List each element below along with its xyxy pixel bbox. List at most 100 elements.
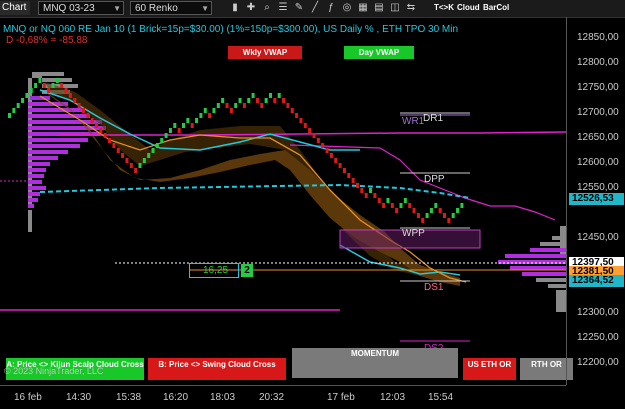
down-brick xyxy=(134,168,138,173)
chevron-down-icon: ▼ xyxy=(201,4,209,13)
up-brick xyxy=(221,98,225,103)
dr1-label: DR1 xyxy=(423,113,444,124)
price-axis[interactable]: 12850,00 12800,00 12750,00 12700,00 1265… xyxy=(566,17,625,385)
down-brick xyxy=(360,188,364,193)
up-brick xyxy=(38,78,42,83)
down-brick xyxy=(421,218,425,223)
x-tick: 15:38 xyxy=(116,392,142,403)
up-brick xyxy=(12,108,16,113)
up-brick xyxy=(160,138,164,143)
up-brick xyxy=(173,123,177,128)
up-brick xyxy=(403,198,407,203)
y-tick: 12300,00 xyxy=(577,307,619,318)
line-tool-icon[interactable]: ╱ xyxy=(309,2,321,14)
dpp-label: DPP xyxy=(424,174,445,185)
up-brick xyxy=(277,93,281,98)
up-brick xyxy=(238,98,242,103)
down-brick xyxy=(108,138,112,143)
down-brick xyxy=(47,88,51,93)
down-brick xyxy=(295,113,299,118)
up-brick xyxy=(168,128,172,133)
down-brick xyxy=(95,123,98,128)
day-vwap-button[interactable]: Day VWAP xyxy=(344,46,414,59)
up-brick xyxy=(151,148,155,153)
up-brick xyxy=(425,213,429,218)
down-brick xyxy=(412,208,416,213)
down-brick xyxy=(103,133,107,138)
brick-counter: 16,25 xyxy=(189,263,239,278)
up-brick xyxy=(251,93,255,98)
down-brick xyxy=(68,93,72,98)
weekly-vwap-button[interactable]: Wkly VWAP xyxy=(228,46,302,59)
down-brick xyxy=(90,118,94,123)
down-brick xyxy=(42,83,46,88)
down-brick xyxy=(255,98,259,103)
chart-tab[interactable]: Chart xyxy=(0,1,30,15)
properties-icon[interactable]: ☰ xyxy=(277,2,289,14)
strategies-icon[interactable]: ◎ xyxy=(341,2,353,14)
y-tick: 12250,00 xyxy=(577,332,619,343)
down-brick xyxy=(260,103,264,108)
down-brick xyxy=(86,113,90,118)
up-brick xyxy=(199,113,203,118)
zoom-icon[interactable]: ⌕ xyxy=(261,2,273,14)
up-brick xyxy=(182,123,185,128)
down-brick xyxy=(390,203,394,208)
down-brick xyxy=(338,163,342,168)
down-brick xyxy=(60,83,64,88)
tk-toggle-button[interactable]: T<>K xyxy=(432,1,454,15)
up-brick xyxy=(460,203,464,208)
bar-type-value: 60 Renko xyxy=(135,3,178,14)
chevron-down-icon: ▼ xyxy=(113,4,121,13)
cyan-dashed-line xyxy=(39,183,471,199)
down-brick xyxy=(443,213,446,218)
us-eth-or-button[interactable]: US ETH OR xyxy=(463,358,516,380)
bar-type-selector[interactable]: 60 Renko ▼ xyxy=(130,1,212,15)
brick-counter-badge: 2 xyxy=(241,264,253,277)
up-brick xyxy=(29,88,33,93)
down-brick xyxy=(208,113,212,118)
down-brick xyxy=(325,148,329,153)
up-brick xyxy=(142,158,146,163)
indicators-icon[interactable]: ƒ xyxy=(325,2,337,14)
down-brick xyxy=(447,218,451,223)
chart-title: MNQ or NQ 060 RE Jan 10 (1 Brick=15p=$30… xyxy=(3,24,459,35)
down-brick xyxy=(177,128,181,133)
down-brick xyxy=(64,88,68,93)
down-brick xyxy=(282,98,286,103)
templates-icon[interactable]: ▦ xyxy=(357,2,369,14)
ds1-label: DS1 xyxy=(424,282,444,293)
bar-style-icon[interactable]: ▮ xyxy=(229,2,241,14)
up-brick xyxy=(216,103,220,108)
y-tick: 12600,00 xyxy=(577,157,619,168)
down-brick xyxy=(116,148,120,153)
drawing-tools-icon[interactable]: ✎ xyxy=(293,2,305,14)
price-chart[interactable] xyxy=(0,17,566,385)
barcol-toggle-button[interactable]: BarCol xyxy=(481,1,509,15)
up-brick xyxy=(34,83,38,88)
down-brick xyxy=(81,108,85,113)
cloud-toggle-button[interactable]: Cloud xyxy=(455,1,480,15)
snapshot-icon[interactable]: ◫ xyxy=(389,2,401,14)
instrument-selector[interactable]: MNQ 03-23 ▼ xyxy=(38,1,124,15)
down-brick xyxy=(121,153,125,158)
instrument-value: MNQ 03-23 xyxy=(43,3,95,14)
crosshair-icon[interactable]: ✚ xyxy=(245,2,257,14)
x-tick: 18:03 xyxy=(210,392,236,403)
swing-cloud-cross-button[interactable]: B: Price <> Swing Cloud Cross xyxy=(148,358,286,380)
down-brick xyxy=(77,103,81,108)
y-tick: 12200,00 xyxy=(577,357,619,368)
cyan-price-tag: 12526,53 xyxy=(569,193,624,205)
data-box-icon[interactable]: ▤ xyxy=(373,2,385,14)
y-tick: 12650,00 xyxy=(577,132,619,143)
chart-trader-icon[interactable]: ⇆ xyxy=(405,2,417,14)
chart-toolbar: Chart MNQ 03-23 ▼ 60 Renko ▼ ▮ ✚ ⌕ ☰ ✎ ╱… xyxy=(0,0,625,18)
up-brick xyxy=(51,83,55,88)
y-tick: 12800,00 xyxy=(577,57,619,68)
up-brick xyxy=(155,143,159,148)
up-brick xyxy=(164,133,168,138)
down-brick xyxy=(129,163,133,168)
y-tick: 12550,00 xyxy=(577,182,619,193)
momentum-button[interactable]: MOMENTUM xyxy=(292,348,458,378)
wpp-label: WPP xyxy=(402,228,425,239)
